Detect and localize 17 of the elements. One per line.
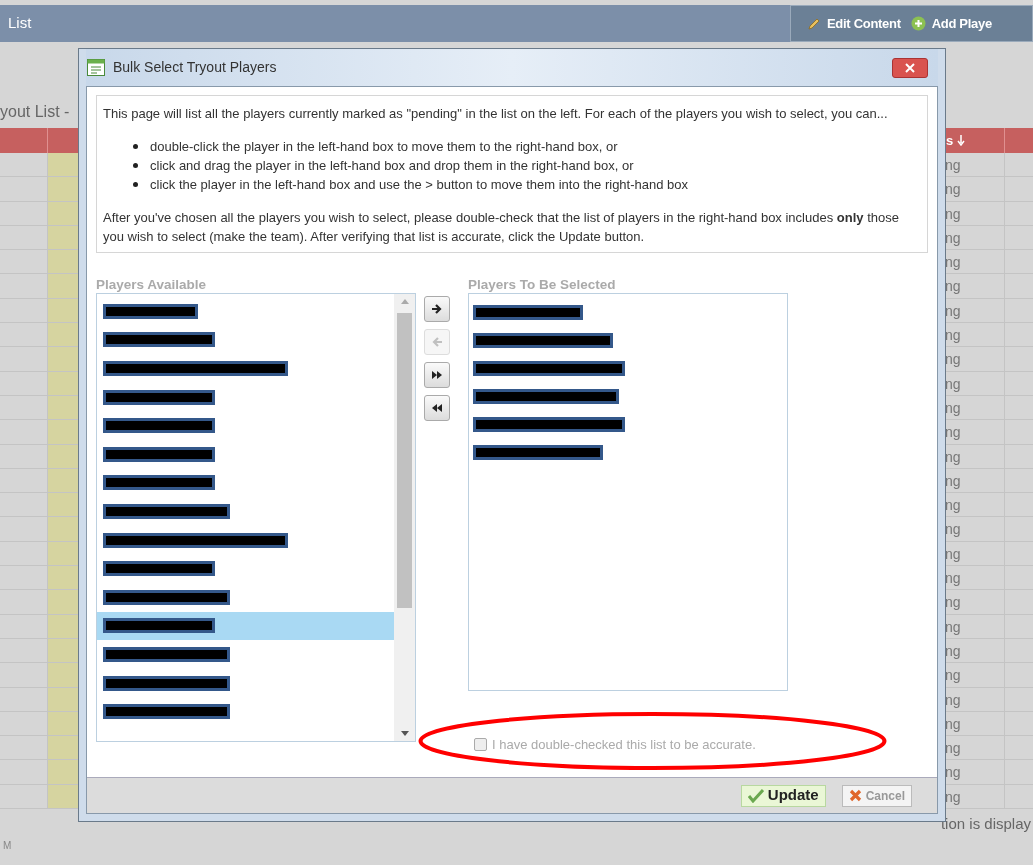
toolbar-button[interactable]: Add Playe <box>910 13 992 34</box>
list-label: Players Available <box>96 276 208 293</box>
column-header: s <box>946 131 954 150</box>
step-text: click and drag the player in the left-hand box and drop them in the right-hand box, or <box>150 157 634 175</box>
page-title: List <box>8 13 32 34</box>
step-text: double-click the player in the left-hand box to move them to the right-hand box, or <box>150 138 618 156</box>
step-text: click the player in the left-hand box and use the > button to move them into the right-hand box <box>150 176 689 194</box>
checkbox-label: I have double-checked this list to be accurate. <box>492 736 756 754</box>
list-label: Players To Be Selected <box>468 276 617 293</box>
intro-text: This page will list all the players currently marked as "pending" in the list on the left. For each of the players you wish to select, you can... <box>103 105 889 123</box>
corner-text: M <box>3 838 13 853</box>
outro-text: After you've chosen all the players you wish to select, please double-check that the list of players in the right-hand box includes only those you wish to select (make the team). After verifying that list is accurate, click the Update button. <box>103 209 900 246</box>
update-button[interactable]: Update <box>740 784 826 807</box>
dialog-title: Bulk Select Tryout Players <box>113 58 277 77</box>
page-subtitle: yout List - <box>0 102 70 122</box>
toolbar-button[interactable]: Edit Content <box>807 13 901 34</box>
cancel-button[interactable]: Cancel <box>841 784 912 807</box>
